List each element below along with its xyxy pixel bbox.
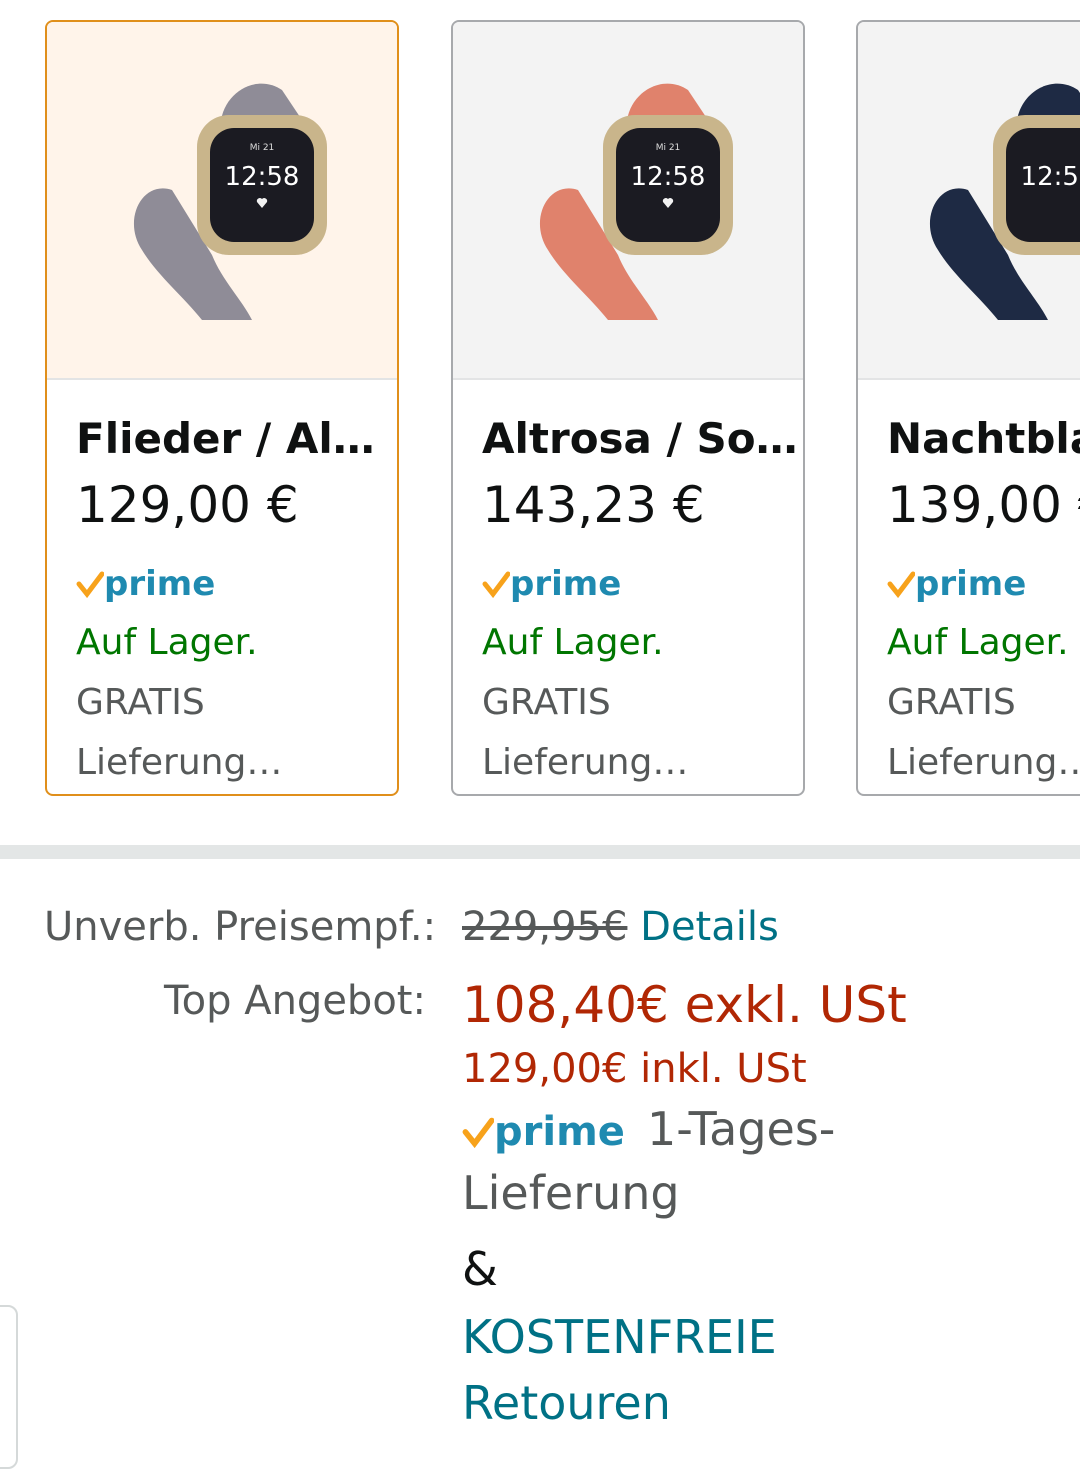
shipping-detail: Lieferung… <box>482 742 689 783</box>
product-image: 12:58 <box>858 22 1080 380</box>
prime-text: prime <box>915 564 1027 604</box>
prime-badge: prime <box>887 562 1026 606</box>
prime-text: prime <box>104 564 216 604</box>
svg-text:12:58: 12:58 <box>1021 162 1080 192</box>
prime-text: prime <box>510 564 622 604</box>
variant-name: Altrosa / So… <box>482 414 798 463</box>
details-link[interactable]: Details <box>640 904 779 950</box>
variant-price: 143,23 € <box>482 476 705 534</box>
variant-name: Nachtblau <box>887 414 1080 463</box>
prime-check-icon <box>462 1117 494 1148</box>
prime-check-icon <box>887 571 915 598</box>
list-price-row: 229,95€ Details <box>462 904 779 950</box>
shipping-label: GRATIS <box>482 682 611 723</box>
shipping-label: GRATIS <box>76 682 205 723</box>
free-returns-link-line2[interactable]: Retouren <box>462 1376 671 1430</box>
stock-status: Auf Lager. <box>482 622 664 663</box>
prime-delivery-badge: prime <box>462 1104 625 1160</box>
svg-text:12:58: 12:58 <box>631 162 706 192</box>
stock-status: Auf Lager. <box>887 622 1069 663</box>
deal-price-excl: 108,40€ exkl. USt <box>462 976 907 1034</box>
list-price-value: 229,95€ <box>462 904 628 950</box>
variant-carousel: 12:58 Mi 21 Flieder / Al… 129,00 € prime… <box>0 0 1080 845</box>
prime-check-icon <box>76 571 104 598</box>
variant-card-flieder[interactable]: 12:58 Mi 21 Flieder / Al… 129,00 € prime… <box>45 20 399 796</box>
svg-text:12:58: 12:58 <box>225 162 300 192</box>
delivery-line-2: Lieferung <box>462 1166 680 1220</box>
smartwatch-image: 12:58 Mi 21 <box>133 83 327 320</box>
variant-name: Flieder / Al… <box>76 414 375 463</box>
prime-text: prime <box>494 1109 625 1155</box>
section-divider <box>0 845 1080 859</box>
side-drawer-handle[interactable] <box>0 1305 18 1469</box>
delivery-line-1: 1-Tages- <box>647 1102 836 1156</box>
variant-price: 129,00 € <box>76 476 299 534</box>
product-image: 12:58 Mi 21 <box>47 22 397 380</box>
svg-text:Mi 21: Mi 21 <box>656 143 681 153</box>
ampersand: & <box>462 1242 498 1296</box>
svg-text:Mi 21: Mi 21 <box>250 143 275 153</box>
variant-card-nachtblau[interactable]: 12:58 Nachtblau 139,00 € prime Auf Lager… <box>856 20 1080 796</box>
deal-label: Top Angebot: <box>164 978 426 1024</box>
list-price-label: Unverb. Preisempf.: <box>44 904 437 950</box>
shipping-detail: Lieferung… <box>887 742 1080 783</box>
prime-check-icon <box>482 571 510 598</box>
smartwatch-image: 12:58 Mi 21 <box>539 83 733 320</box>
variant-card-altrosa[interactable]: 12:58 Mi 21 Altrosa / So… 143,23 € prime… <box>451 20 805 796</box>
prime-badge: prime <box>76 562 215 606</box>
free-returns-link-line1[interactable]: KOSTENFREIE <box>462 1310 777 1364</box>
product-image: 12:58 Mi 21 <box>453 22 803 380</box>
shipping-detail: Lieferung… <box>76 742 283 783</box>
stock-status: Auf Lager. <box>76 622 258 663</box>
shipping-label: GRATIS <box>887 682 1016 723</box>
deal-price-incl: 129,00€ inkl. USt <box>462 1046 807 1092</box>
smartwatch-image: 12:58 <box>929 83 1080 320</box>
prime-badge: prime <box>482 562 621 606</box>
variant-price: 139,00 € <box>887 476 1080 534</box>
